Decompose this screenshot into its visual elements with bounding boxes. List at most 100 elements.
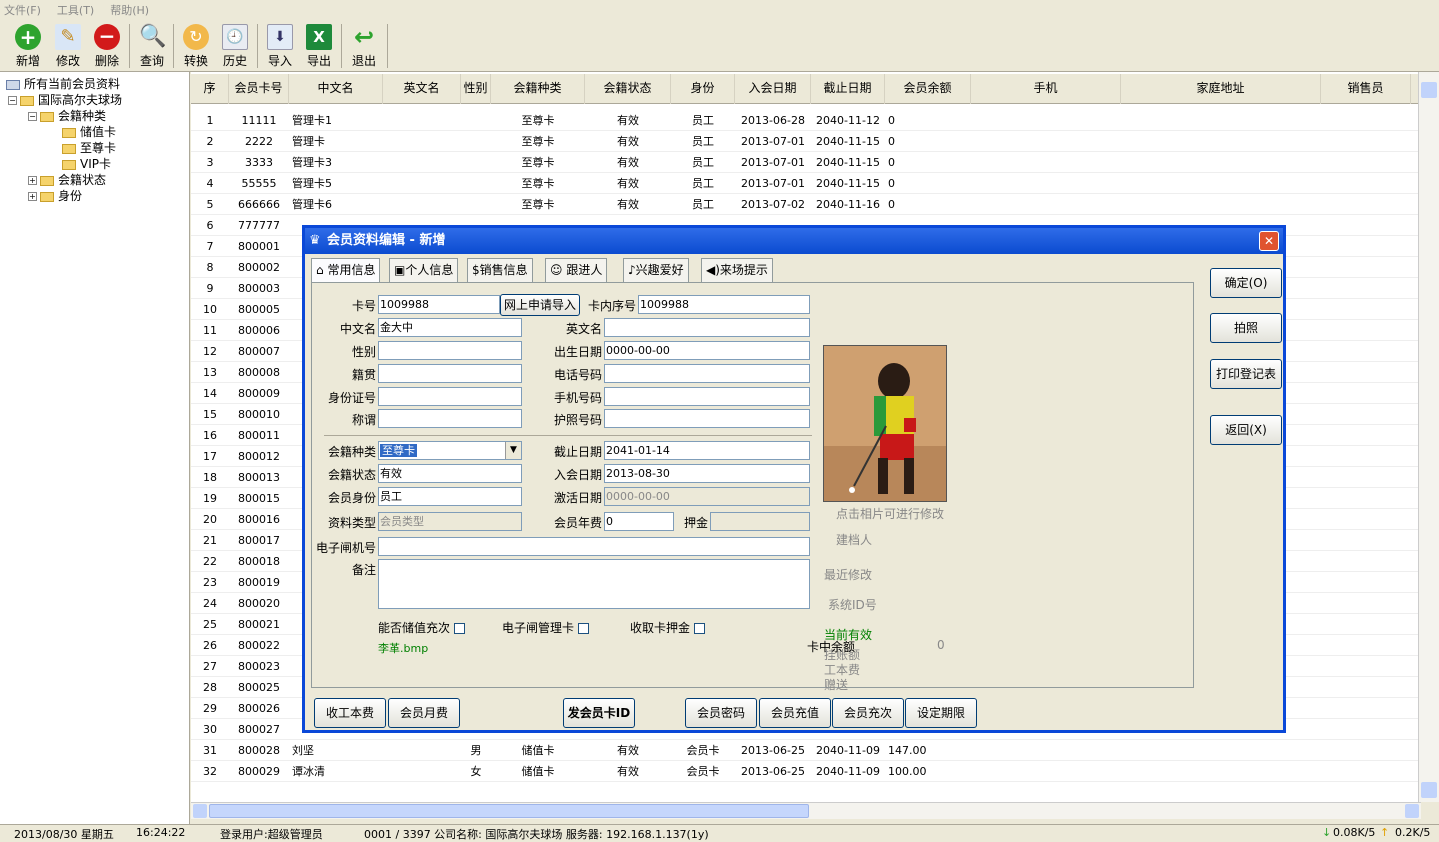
expire-field[interactable]: 2041-01-14 xyxy=(604,441,810,460)
mobile-field[interactable] xyxy=(604,387,810,406)
member-type-select[interactable]: 至尊卡 ▼ xyxy=(378,441,522,460)
import-button[interactable]: ⬇ 导入 xyxy=(262,22,298,70)
table-row[interactable]: 31 800028 刘坚 男 储值卡 有效 会员卡 2013-06-25 2040-11-09 1… xyxy=(191,740,1421,761)
member-recharge-times-button[interactable]: 会员充次 xyxy=(832,698,904,728)
gender-field[interactable] xyxy=(378,341,522,360)
chevron-down-icon[interactable]: ▼ xyxy=(505,442,521,459)
tree-identity[interactable]: + 身份 xyxy=(28,188,82,204)
add-button[interactable]: + 新增 xyxy=(10,22,46,70)
column-header[interactable]: 身份 xyxy=(671,74,735,104)
table-row[interactable]: 4 55555 管理卡5 至尊卡 有效 员工 2013-07-01 2040-11-15 0 xyxy=(191,173,1421,194)
menu-help[interactable]: 帮助(H) xyxy=(110,2,149,18)
passport-field[interactable] xyxy=(604,409,810,428)
close-button[interactable]: ✕ xyxy=(1259,231,1279,251)
column-header[interactable]: 会籍状态 xyxy=(585,74,671,104)
apply-import-button[interactable]: 网上申请导入 xyxy=(500,294,580,316)
column-header[interactable]: 销售员 xyxy=(1321,74,1411,104)
column-header[interactable]: 会员余额 xyxy=(885,74,971,104)
tab-common[interactable]: ⌂ 常用信息 xyxy=(311,258,381,283)
tree-type-3[interactable]: VIP卡 xyxy=(62,156,111,172)
scroll-down-arrow-icon[interactable] xyxy=(1421,782,1437,798)
tab-personal[interactable]: ▣个人信息 xyxy=(389,258,459,282)
member-password-button[interactable]: 会员密码 xyxy=(685,698,757,728)
member-recharge-button[interactable]: 会员充值 xyxy=(759,698,831,728)
tab-hobby[interactable]: ♪兴趣爱好 xyxy=(623,258,689,282)
checkbox-icon[interactable] xyxy=(577,623,589,634)
column-header[interactable]: 性别 xyxy=(461,74,491,104)
tab-sales[interactable]: $销售信息 xyxy=(467,258,533,282)
cost-fee-button[interactable]: 收工本费 xyxy=(314,698,386,728)
cn-name-field[interactable]: 金大中 xyxy=(378,318,522,337)
collapse-icon[interactable]: − xyxy=(8,96,17,105)
annual-fee-field[interactable]: 0 xyxy=(604,512,674,531)
gate-no-field[interactable] xyxy=(378,537,810,556)
phone-field[interactable] xyxy=(604,364,810,383)
menu-tools[interactable]: 工具(T) xyxy=(57,2,94,18)
id-no-field[interactable] xyxy=(378,387,522,406)
export-button[interactable]: X 导出 xyxy=(301,22,337,70)
delete-button[interactable]: − 删除 xyxy=(89,22,125,70)
en-name-field[interactable] xyxy=(604,318,810,337)
column-header[interactable]: 会员卡号 xyxy=(229,74,289,104)
history-button[interactable]: 🕘 历史 xyxy=(217,22,253,70)
convert-button[interactable]: ↻ 转换 xyxy=(178,22,214,70)
expand-icon[interactable]: + xyxy=(28,176,37,185)
issue-card-id-button[interactable]: 发会员卡ID xyxy=(563,698,635,728)
inner-no-field[interactable]: 1009988 xyxy=(638,295,810,314)
title-field[interactable] xyxy=(378,409,522,428)
column-header[interactable]: 会籍种类 xyxy=(491,74,585,104)
checkbox-icon[interactable] xyxy=(453,623,465,634)
set-period-button[interactable]: 设定期限 xyxy=(905,698,977,728)
birth-field[interactable]: 0000-00-00 xyxy=(604,341,810,360)
collapse-icon[interactable]: − xyxy=(28,112,37,121)
take-photo-button[interactable]: 拍照 xyxy=(1210,313,1282,343)
table-row[interactable]: 3 3333 管理卡3 至尊卡 有效 员工 2013-07-01 2040-11-15 0 xyxy=(191,152,1421,173)
can-recharge-checkbox[interactable]: 能否储值充次 xyxy=(378,619,465,636)
collect-deposit-checkbox[interactable]: 收取卡押金 xyxy=(630,619,705,636)
native-field[interactable] xyxy=(378,364,522,383)
tree-root[interactable]: 所有当前会员资料 xyxy=(6,76,120,92)
table-row[interactable]: 1 11111 管理卡1 至尊卡 有效 员工 2013-06-28 2040-11-12 0 xyxy=(191,110,1421,131)
exit-button[interactable]: ↩ 退出 xyxy=(346,22,382,70)
column-header[interactable]: 中文名 xyxy=(289,74,383,104)
card-no-field[interactable]: 1009988 xyxy=(378,295,500,314)
column-header[interactable]: 手机 xyxy=(971,74,1121,104)
remark-field[interactable] xyxy=(378,559,810,609)
gate-card-checkbox[interactable]: 电子闸管理卡 xyxy=(502,619,589,636)
member-identity-field[interactable]: 员工 xyxy=(378,487,522,506)
dialog-title-bar[interactable]: ♛ 会员资料编辑 - 新增 xyxy=(305,228,1283,254)
tree-type-2[interactable]: 至尊卡 xyxy=(62,140,116,156)
table-row[interactable]: 5 666666 管理卡6 至尊卡 有效 员工 2013-07-02 2040-11-16 0 xyxy=(191,194,1421,215)
monthly-fee-button[interactable]: 会员月费 xyxy=(388,698,460,728)
scroll-left-arrow-icon[interactable] xyxy=(193,804,207,818)
member-photo[interactable] xyxy=(823,345,947,502)
column-header[interactable]: 家庭地址 xyxy=(1121,74,1321,104)
tab-follower[interactable]: ☺ 跟进人 xyxy=(545,258,608,282)
tree-status[interactable]: + 会籍状态 xyxy=(28,172,106,188)
query-button[interactable]: 🔍 查询 xyxy=(134,22,170,70)
table-row[interactable]: 2 2222 管理卡 至尊卡 有效 员工 2013-07-01 2040-11-15 0 xyxy=(191,131,1421,152)
table-row[interactable]: 32 800029 谭冰清 女 储值卡 有效 会员卡 2013-06-25 2040-11-09… xyxy=(191,761,1421,782)
edit-button[interactable]: ✎ 修改 xyxy=(50,22,86,70)
print-register-button[interactable]: 打印登记表 xyxy=(1210,359,1282,389)
scroll-up-arrow-icon[interactable] xyxy=(1421,82,1437,98)
vertical-scrollbar[interactable] xyxy=(1418,72,1439,802)
tree-type[interactable]: − 会籍种类 xyxy=(28,108,106,124)
scroll-thumb[interactable] xyxy=(209,804,809,818)
checkbox-icon[interactable] xyxy=(693,623,705,634)
back-button[interactable]: 返回(X) xyxy=(1210,415,1282,445)
column-header[interactable]: 英文名 xyxy=(383,74,461,104)
horizontal-scrollbar[interactable] xyxy=(191,802,1421,819)
member-status-field[interactable]: 有效 xyxy=(378,464,522,483)
tree-club[interactable]: − 国际高尔夫球场 xyxy=(8,92,122,108)
column-header[interactable]: 入会日期 xyxy=(735,74,811,104)
scroll-right-arrow-icon[interactable] xyxy=(1405,804,1419,818)
column-header[interactable]: 截止日期 xyxy=(811,74,885,104)
tree-type-1[interactable]: 储值卡 xyxy=(62,124,116,140)
confirm-button[interactable]: 确定(O) xyxy=(1210,268,1282,298)
expand-icon[interactable]: + xyxy=(28,192,37,201)
tab-reminder[interactable]: ◀)来场提示 xyxy=(701,258,773,282)
join-date-field[interactable]: 2013-08-30 xyxy=(604,464,810,483)
column-header[interactable]: 序 xyxy=(191,74,229,104)
menu-file[interactable]: 文件(F) xyxy=(4,2,41,18)
